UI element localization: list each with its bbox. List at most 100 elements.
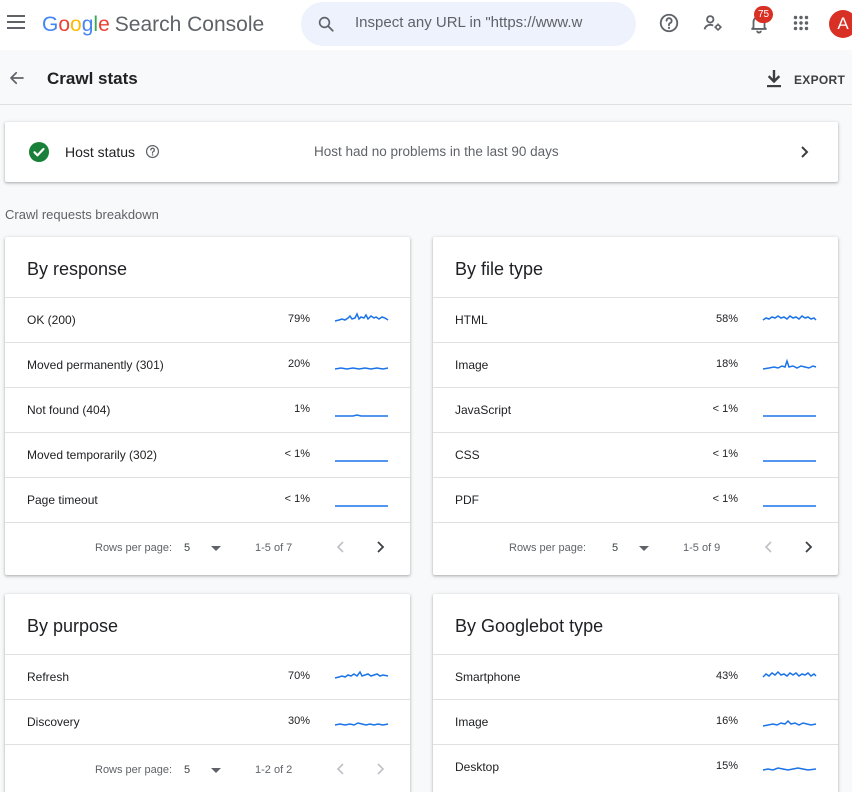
sparkline	[335, 505, 388, 507]
table-row[interactable]: Desktop 15%	[433, 744, 838, 789]
section-label: Crawl requests breakdown	[5, 207, 159, 222]
row-label: PDF	[455, 493, 479, 507]
sparkline	[763, 460, 816, 462]
chevron-right-icon[interactable]	[802, 540, 814, 554]
brand-logo[interactable]: Google Search Console	[42, 13, 264, 37]
brand-letter: o	[58, 13, 71, 36]
card-title: By file type	[455, 259, 544, 279]
page-header: Crawl stats EXPORT	[0, 50, 852, 105]
account-avatar[interactable]: A	[829, 10, 852, 38]
sparkline	[762, 719, 817, 727]
chevron-right-icon[interactable]	[374, 540, 386, 554]
top-app-bar: GoogleSearch Console 75 A	[0, 0, 852, 50]
brand-letter: G	[42, 13, 59, 36]
menu-icon[interactable]	[7, 15, 25, 29]
chevron-right-icon[interactable]	[374, 762, 386, 776]
chevron-left-icon[interactable]	[763, 540, 775, 554]
row-percent: < 1%	[284, 448, 310, 460]
row-label: Moved temporarily (302)	[27, 448, 158, 462]
row-percent: < 1%	[712, 448, 738, 460]
url-inspection-search[interactable]	[301, 2, 636, 46]
brand-letter: o	[70, 13, 82, 36]
row-label: Page timeout	[27, 493, 98, 507]
row-percent: 58%	[715, 313, 738, 325]
table-row[interactable]: Image 16%	[433, 699, 838, 744]
row-percent: < 1%	[284, 493, 310, 505]
table-row[interactable]: Not found (404) 1%	[5, 387, 410, 432]
host-status-card[interactable]: Host status Host had no problems in the …	[5, 122, 838, 182]
row-percent: 1%	[294, 403, 310, 415]
row-label: Image	[455, 358, 489, 372]
manage-users-icon[interactable]	[702, 12, 724, 34]
sparkline	[763, 505, 816, 507]
rows-per-page-label: Rows per page:	[509, 542, 587, 554]
brand-letter: e	[98, 13, 110, 36]
row-label: HTML	[455, 313, 488, 327]
chevron-right-icon[interactable]	[797, 144, 811, 160]
rows-per-page-label: Rows per page:	[95, 764, 173, 776]
sparkline	[334, 722, 389, 726]
apps-grid-icon[interactable]	[790, 12, 812, 34]
sparkline	[335, 414, 388, 417]
row-label: CSS	[455, 448, 480, 462]
sparkline	[763, 415, 816, 417]
search-icon[interactable]	[317, 15, 335, 33]
card-title: By Googlebot type	[455, 616, 604, 636]
sparkline	[762, 315, 817, 321]
row-label: JavaScript	[455, 403, 512, 417]
row-percent: 16%	[715, 715, 738, 727]
sparkline	[334, 312, 389, 322]
row-percent: < 1%	[712, 403, 738, 415]
help-icon[interactable]	[658, 12, 680, 34]
row-percent: 43%	[715, 670, 738, 682]
row-label: Image	[455, 715, 489, 729]
table-row[interactable]: OK (200) 79%	[5, 297, 410, 342]
row-percent: 18%	[715, 358, 738, 370]
search-input[interactable]	[355, 14, 630, 31]
table-row[interactable]: Smartphone 43%	[433, 654, 838, 699]
by-googlebot-type-card: By Googlebot type Smartphone 43% Image 1…	[433, 594, 838, 792]
row-label: Desktop	[455, 760, 500, 774]
row-label: Discovery	[27, 715, 80, 729]
table-row[interactable]: Moved permanently (301) 20%	[5, 342, 410, 387]
help-circle-icon[interactable]	[145, 144, 160, 159]
table-row[interactable]: HTML 58%	[433, 297, 838, 342]
table-row[interactable]: CSS < 1%	[433, 432, 838, 477]
table-row[interactable]: Refresh 70%	[5, 654, 410, 699]
rows-per-page-label: Rows per page:	[95, 542, 173, 554]
card-title: By response	[27, 259, 128, 279]
chevron-left-icon[interactable]	[335, 540, 347, 554]
row-percent: < 1%	[712, 493, 738, 505]
export-label: EXPORT	[794, 73, 846, 87]
notification-badge: 75	[754, 6, 773, 23]
back-arrow-icon[interactable]	[8, 69, 26, 87]
row-percent: 15%	[715, 760, 738, 772]
by-purpose-card: By purpose Refresh 70% Discovery 30% Row…	[5, 594, 410, 792]
chevron-left-icon[interactable]	[335, 762, 347, 776]
row-label: Smartphone	[455, 670, 521, 684]
row-percent: 79%	[287, 313, 310, 325]
rows-per-page-value[interactable]: 5	[184, 542, 190, 554]
table-row[interactable]: JavaScript < 1%	[433, 387, 838, 432]
dropdown-arrow-icon[interactable]	[638, 545, 650, 552]
sparkline	[762, 670, 817, 678]
table-row[interactable]: Page timeout < 1%	[5, 477, 410, 522]
row-label: Moved permanently (301)	[27, 358, 164, 372]
row-label: Refresh	[27, 670, 70, 684]
table-row[interactable]: Discovery 30%	[5, 699, 410, 744]
dropdown-arrow-icon[interactable]	[210, 545, 222, 552]
dropdown-arrow-icon[interactable]	[210, 767, 222, 774]
pagination: Rows per page: 5 1-2 of 2	[5, 744, 410, 792]
pagination: Rows per page: 5 1-5 of 7	[5, 522, 410, 572]
pagination: Rows per page: 5 1-5 of 9	[433, 522, 838, 572]
table-row[interactable]: Moved temporarily (302) < 1%	[5, 432, 410, 477]
rows-per-page-value[interactable]: 5	[612, 542, 618, 554]
rows-per-page-value[interactable]: 5	[184, 764, 190, 776]
host-status-message: Host had no problems in the last 90 days	[314, 144, 559, 159]
table-row[interactable]: Image 18%	[433, 342, 838, 387]
sparkline	[334, 670, 389, 679]
sparkline	[334, 367, 389, 370]
sparkline	[762, 358, 817, 370]
table-row[interactable]: PDF < 1%	[433, 477, 838, 522]
row-percent: 70%	[287, 670, 310, 682]
